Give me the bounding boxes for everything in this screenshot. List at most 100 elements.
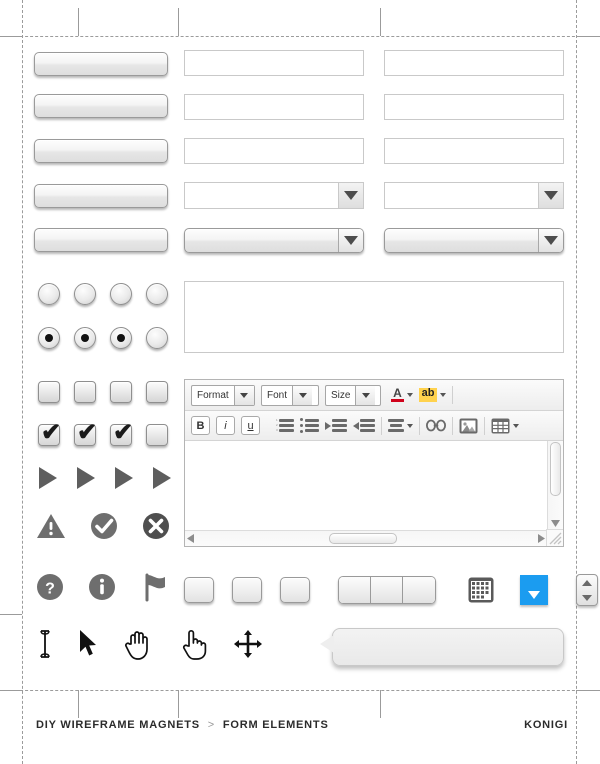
checkbox-checked[interactable]: ✔: [38, 421, 61, 446]
play-triangle-icon[interactable]: [114, 466, 134, 490]
align-icon[interactable]: [387, 419, 413, 432]
radio-button[interactable]: [38, 283, 60, 305]
chevron-down-icon[interactable]: [538, 229, 563, 252]
checkbox-checked[interactable]: ✔: [74, 421, 97, 446]
radio-button-selected[interactable]: [74, 327, 96, 349]
triangle-right-icon[interactable]: [538, 530, 545, 548]
format-dropdown-label: Format: [197, 389, 229, 401]
crop-tick: [78, 690, 79, 718]
square-button[interactable]: [232, 577, 262, 603]
info-icon[interactable]: [88, 573, 116, 601]
triangle-up-icon[interactable]: [582, 579, 592, 586]
chevron-down-icon[interactable]: [338, 183, 363, 208]
blue-dropdown-button[interactable]: [520, 575, 548, 605]
checkbox[interactable]: [110, 381, 132, 403]
chevron-down-icon[interactable]: [338, 229, 363, 252]
play-triangle-icon[interactable]: [76, 466, 96, 490]
text-input[interactable]: [384, 94, 564, 120]
play-triangle-icon[interactable]: [38, 466, 58, 490]
triangle-left-icon[interactable]: [187, 530, 194, 548]
editor-content-area[interactable]: [185, 441, 563, 546]
segment[interactable]: [339, 577, 371, 603]
size-dropdown[interactable]: Size: [325, 384, 381, 406]
segment[interactable]: [371, 577, 403, 603]
horizontal-scrollbar[interactable]: [185, 530, 547, 546]
chevron-down-icon[interactable]: [407, 393, 413, 397]
unordered-list-icon[interactable]: [299, 418, 319, 433]
scrollbar-thumb[interactable]: [550, 441, 561, 496]
link-icon[interactable]: [425, 419, 446, 432]
square-button[interactable]: [184, 577, 214, 603]
chevron-down-icon[interactable]: [233, 385, 254, 405]
underline-icon[interactable]: u: [241, 416, 260, 435]
crop-tick: [0, 36, 22, 37]
error-icon[interactable]: [142, 512, 170, 540]
push-button[interactable]: [34, 94, 168, 118]
flag-icon[interactable]: [140, 572, 170, 602]
radio-button-selected[interactable]: [38, 327, 60, 349]
pointer-hand-icon[interactable]: [180, 628, 208, 660]
radio-button[interactable]: [146, 327, 168, 349]
resize-grip-icon[interactable]: [546, 529, 563, 546]
font-color-icon[interactable]: A: [391, 387, 404, 402]
warning-icon[interactable]: [36, 512, 66, 540]
grab-hand-icon[interactable]: [124, 628, 154, 660]
textarea[interactable]: [184, 281, 564, 353]
select-dropdown[interactable]: [384, 182, 564, 209]
chevron-down-icon[interactable]: [440, 393, 446, 397]
chevron-down-icon[interactable]: [292, 385, 313, 405]
push-button[interactable]: [34, 184, 168, 208]
radio-button[interactable]: [74, 283, 96, 305]
checkbox[interactable]: [146, 424, 168, 446]
help-icon[interactable]: ?: [36, 573, 64, 601]
segmented-control[interactable]: [338, 576, 436, 604]
text-input[interactable]: [384, 138, 564, 164]
text-input[interactable]: [184, 94, 364, 120]
number-spinner[interactable]: [576, 574, 598, 606]
triangle-down-icon[interactable]: [551, 516, 560, 530]
outdent-icon[interactable]: [352, 419, 375, 432]
italic-icon[interactable]: i: [216, 416, 235, 435]
move-cursor-icon[interactable]: [234, 630, 262, 658]
triangle-down-icon[interactable]: [582, 594, 592, 601]
image-icon[interactable]: [459, 418, 478, 434]
radio-button-selected[interactable]: [110, 327, 132, 349]
radio-button[interactable]: [146, 283, 168, 305]
push-button[interactable]: [34, 52, 168, 76]
bold-icon[interactable]: B: [191, 416, 210, 435]
tooltip-callout[interactable]: [320, 628, 564, 666]
table-icon[interactable]: [491, 418, 519, 434]
italic-label: i: [224, 419, 227, 432]
play-triangle-icon[interactable]: [152, 466, 172, 490]
chevron-down-icon[interactable]: [538, 183, 563, 208]
text-input[interactable]: [184, 50, 364, 76]
chevron-down-icon[interactable]: [355, 385, 376, 405]
checkbox[interactable]: [74, 381, 96, 403]
ordered-list-icon[interactable]: 123: [276, 419, 294, 432]
success-icon[interactable]: [90, 512, 118, 540]
text-cursor-icon[interactable]: [38, 628, 52, 660]
text-input[interactable]: [384, 50, 564, 76]
text-input[interactable]: [184, 138, 364, 164]
checkbox[interactable]: [146, 381, 168, 403]
radio-button[interactable]: [110, 283, 132, 305]
font-dropdown-label: Font: [267, 389, 288, 401]
indent-icon[interactable]: [324, 419, 347, 432]
highlight-icon[interactable]: ab: [419, 388, 437, 402]
arrow-cursor-icon[interactable]: [78, 629, 98, 659]
checkbox[interactable]: [38, 381, 60, 403]
calendar-icon[interactable]: [468, 577, 494, 603]
font-dropdown[interactable]: Font: [261, 384, 319, 406]
select-dropdown[interactable]: [184, 182, 364, 209]
push-button[interactable]: [34, 228, 168, 252]
select-dropdown-raised[interactable]: [384, 228, 564, 253]
select-dropdown-raised[interactable]: [184, 228, 364, 253]
format-dropdown[interactable]: Format: [191, 384, 255, 406]
segment[interactable]: [403, 577, 435, 603]
push-button[interactable]: [34, 139, 168, 163]
checkbox-checked[interactable]: ✔: [110, 421, 133, 446]
triangle-down-icon: [528, 591, 540, 599]
vertical-scrollbar[interactable]: [547, 441, 563, 530]
square-button[interactable]: [280, 577, 310, 603]
scrollbar-thumb[interactable]: [329, 533, 397, 544]
